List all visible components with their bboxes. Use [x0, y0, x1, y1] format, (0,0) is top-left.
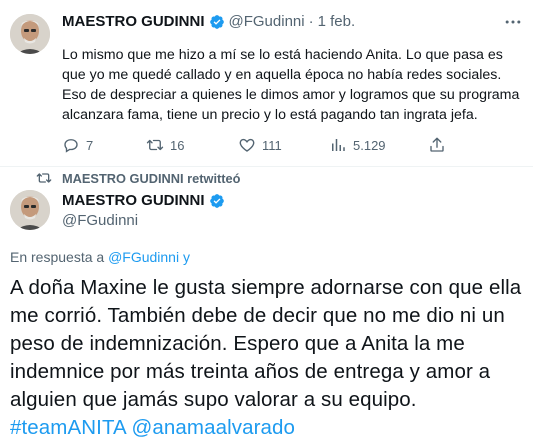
- views-count: 5.129: [353, 137, 386, 153]
- mention-link[interactable]: @anamaalvarado: [132, 416, 296, 439]
- display-name[interactable]: MAESTRO GUDINNI: [62, 192, 205, 209]
- handle[interactable]: @FGudinni: [229, 13, 305, 30]
- reply-context: En respuesta a @FGudinni y: [10, 249, 190, 265]
- verified-badge-icon: [209, 193, 225, 209]
- avatar-image: [10, 190, 50, 230]
- tweet-text: A doña Maxine le gusta siempre adornarse…: [10, 274, 525, 442]
- reply-prefix: En respuesta a: [10, 249, 105, 265]
- handle[interactable]: @FGudinni: [62, 212, 138, 229]
- like-icon: [239, 138, 255, 152]
- reply-icon: [64, 139, 78, 153]
- reply-button[interactable]: 7: [62, 136, 93, 154]
- views-icon: [332, 139, 345, 151]
- tweet-text-main: A doña Maxine le gusta siempre adornarse…: [10, 276, 522, 411]
- like-button[interactable]: 111: [238, 136, 282, 154]
- share-icon: [430, 137, 444, 152]
- separator: ·: [308, 13, 314, 30]
- avatar[interactable]: [10, 14, 50, 54]
- retweet-icon: [36, 173, 52, 183]
- more-options-icon[interactable]: [503, 12, 523, 32]
- tweet-text: Lo mismo que me hizo a mí se lo está hac…: [62, 47, 520, 123]
- avatar[interactable]: [10, 190, 50, 230]
- retweet-count: 16: [170, 137, 185, 153]
- tweet-date[interactable]: 1 feb.: [318, 13, 356, 30]
- divider: [0, 166, 533, 167]
- hashtag-link[interactable]: #teamANITA: [10, 416, 126, 439]
- like-count: 111: [262, 137, 282, 153]
- retweet-banner-text[interactable]: MAESTRO GUDINNI retwitteó: [62, 171, 240, 186]
- share-button[interactable]: [428, 136, 446, 154]
- verified-badge-icon: [209, 14, 225, 30]
- views-button[interactable]: 5.129: [329, 136, 386, 154]
- retweet-icon: [146, 139, 164, 151]
- reply-mention-link[interactable]: @FGudinni y: [108, 249, 190, 265]
- retweet-button[interactable]: 16: [146, 136, 184, 154]
- avatar-image: [10, 14, 50, 54]
- reply-count: 7: [86, 137, 94, 153]
- display-name[interactable]: MAESTRO GUDINNI: [62, 13, 205, 30]
